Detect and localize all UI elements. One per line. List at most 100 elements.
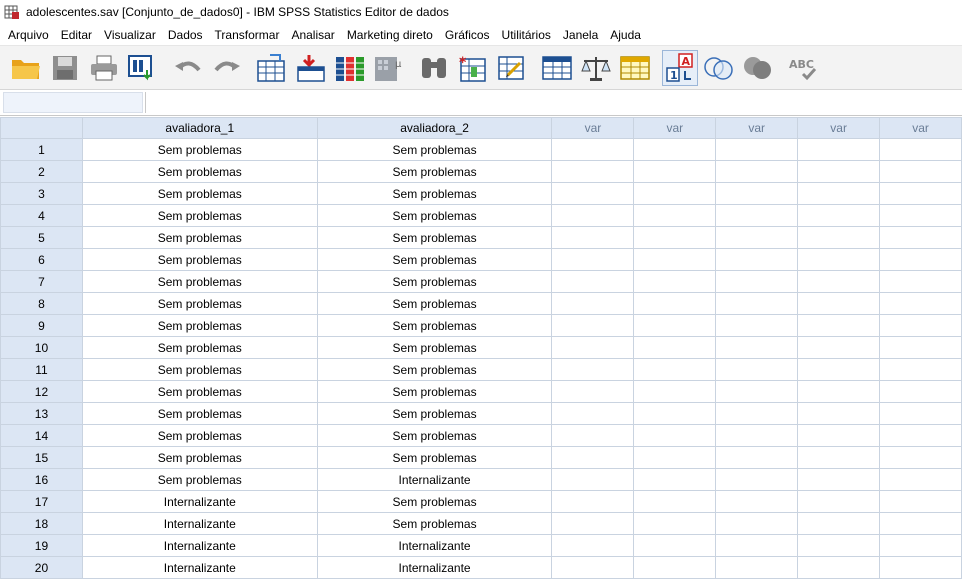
empty-cell[interactable] [797,512,881,535]
cell-avaliadora-1[interactable]: Sem problemas [81,446,318,469]
cell-avaliadora-1[interactable]: Sem problemas [81,182,318,205]
menu-utilitarios[interactable]: Utilitários [496,25,557,45]
empty-cell[interactable] [633,138,717,161]
empty-cell[interactable] [551,182,635,205]
empty-cell[interactable] [551,336,635,359]
menu-transformar[interactable]: Transformar [209,25,286,45]
empty-cell[interactable] [715,248,799,271]
empty-cell[interactable] [797,424,881,447]
empty-cell[interactable] [797,160,881,183]
cell-avaliadora-1[interactable]: Internalizante [81,534,318,557]
empty-cell[interactable] [551,248,635,271]
empty-cell[interactable] [633,490,717,513]
empty-cell[interactable] [797,336,881,359]
empty-cell[interactable] [551,424,635,447]
empty-cell[interactable] [551,160,635,183]
empty-cell[interactable] [715,380,799,403]
row-number[interactable]: 14 [0,424,83,447]
empty-cell[interactable] [551,402,635,425]
cell-avaliadora-2[interactable]: Internalizante [316,556,553,579]
empty-cell[interactable] [797,182,881,205]
empty-cell[interactable] [797,292,881,315]
menu-ajuda[interactable]: Ajuda [604,25,647,45]
row-number[interactable]: 8 [0,292,83,315]
cell-avaliadora-1[interactable]: Sem problemas [81,314,318,337]
empty-cell[interactable] [633,204,717,227]
empty-cell[interactable] [879,358,962,381]
empty-cell[interactable] [715,292,799,315]
cell-avaliadora-1[interactable]: Sem problemas [81,204,318,227]
empty-cell[interactable] [797,556,881,579]
column-header-empty-var[interactable]: var [879,117,962,139]
empty-cell[interactable] [715,424,799,447]
cell-avaliadora-1[interactable]: Sem problemas [81,358,318,381]
insert-cases-icon[interactable]: * [455,50,491,86]
insert-variable-icon[interactable] [494,50,530,86]
cell-avaliadora-2[interactable]: Sem problemas [316,138,553,161]
empty-cell[interactable] [879,314,962,337]
column-header-empty-var[interactable]: var [551,117,635,139]
empty-cell[interactable] [715,446,799,469]
empty-cell[interactable] [633,380,717,403]
row-number[interactable]: 10 [0,336,83,359]
cell-avaliadora-2[interactable]: Sem problemas [316,160,553,183]
cell-avaliadora-1[interactable]: Internalizante [81,556,318,579]
empty-cell[interactable] [715,490,799,513]
empty-cell[interactable] [879,204,962,227]
cell-avaliadora-2[interactable]: Sem problemas [316,226,553,249]
redo-icon[interactable] [209,50,245,86]
empty-cell[interactable] [879,336,962,359]
empty-cell[interactable] [715,226,799,249]
cell-avaliadora-2[interactable]: Sem problemas [316,182,553,205]
empty-cell[interactable] [715,402,799,425]
grid-corner[interactable] [0,117,83,139]
empty-cell[interactable] [633,182,717,205]
empty-cell[interactable] [633,446,717,469]
empty-cell[interactable] [715,182,799,205]
run-descriptives-icon[interactable]: μ [371,50,407,86]
empty-cell[interactable] [797,402,881,425]
cell-value-editor[interactable] [145,92,960,113]
empty-cell[interactable] [633,424,717,447]
empty-cell[interactable] [551,490,635,513]
empty-cell[interactable] [879,446,962,469]
empty-cell[interactable] [879,160,962,183]
row-number[interactable]: 11 [0,358,83,381]
empty-cell[interactable] [797,534,881,557]
column-header-empty-var[interactable]: var [633,117,717,139]
row-number[interactable]: 12 [0,380,83,403]
empty-cell[interactable] [715,336,799,359]
empty-cell[interactable] [797,468,881,491]
empty-cell[interactable] [879,292,962,315]
empty-cell[interactable] [633,402,717,425]
menu-visualizar[interactable]: Visualizar [98,25,162,45]
empty-cell[interactable] [797,446,881,469]
open-folder-icon[interactable] [8,50,44,86]
empty-cell[interactable] [797,226,881,249]
empty-cell[interactable] [797,358,881,381]
cell-avaliadora-2[interactable]: Sem problemas [316,248,553,271]
empty-cell[interactable] [551,534,635,557]
menu-analisar[interactable]: Analisar [285,25,340,45]
empty-cell[interactable] [879,226,962,249]
empty-cell[interactable] [551,446,635,469]
menu-marketing-direto[interactable]: Marketing direto [341,25,439,45]
empty-cell[interactable] [715,358,799,381]
show-all-variables-icon[interactable] [740,50,776,86]
row-number[interactable]: 6 [0,248,83,271]
cell-avaliadora-2[interactable]: Sem problemas [316,204,553,227]
cell-avaliadora-1[interactable]: Sem problemas [81,160,318,183]
weight-cases-icon[interactable] [578,50,614,86]
empty-cell[interactable] [879,556,962,579]
empty-cell[interactable] [551,270,635,293]
empty-cell[interactable] [879,248,962,271]
row-number[interactable]: 3 [0,182,83,205]
spell-check-icon[interactable]: ABC [785,50,821,86]
empty-cell[interactable] [551,556,635,579]
variables-icon[interactable] [332,50,368,86]
cell-avaliadora-2[interactable]: Sem problemas [316,402,553,425]
empty-cell[interactable] [633,270,717,293]
empty-cell[interactable] [551,138,635,161]
row-number[interactable]: 17 [0,490,83,513]
cell-avaliadora-1[interactable]: Sem problemas [81,380,318,403]
